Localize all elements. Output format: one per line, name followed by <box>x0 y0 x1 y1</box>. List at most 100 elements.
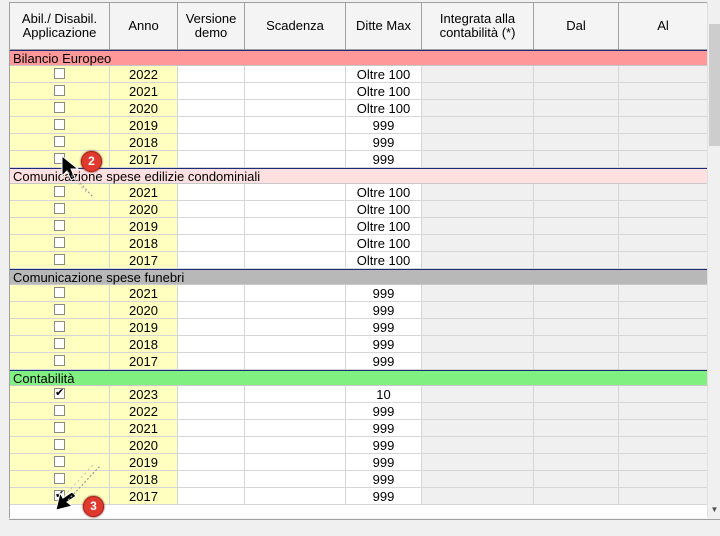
demo-cell[interactable] <box>178 454 245 471</box>
table-row[interactable]: 2019 Oltre 100 <box>10 218 708 235</box>
table-row[interactable]: 2020 999 <box>10 437 708 454</box>
to-date-cell[interactable] <box>619 403 708 420</box>
integrated-cell[interactable] <box>422 353 534 370</box>
from-date-cell[interactable] <box>534 386 619 403</box>
expiry-cell[interactable] <box>245 471 346 488</box>
to-date-cell[interactable] <box>619 420 708 437</box>
table-row[interactable]: 2018 Oltre 100 <box>10 235 708 252</box>
to-date-cell[interactable] <box>619 252 708 269</box>
expiry-cell[interactable] <box>245 285 346 302</box>
table-row[interactable]: 2017 999 <box>10 353 708 370</box>
from-date-cell[interactable] <box>534 151 619 168</box>
enable-checkbox[interactable] <box>54 68 65 79</box>
integrated-cell[interactable] <box>422 100 534 117</box>
vertical-scrollbar[interactable]: ▼ <box>707 2 720 517</box>
from-date-cell[interactable] <box>534 66 619 83</box>
integrated-cell[interactable] <box>422 285 534 302</box>
integrated-cell[interactable] <box>422 83 534 100</box>
integrated-cell[interactable] <box>422 454 534 471</box>
table-row[interactable]: 2020 Oltre 100 <box>10 100 708 117</box>
from-date-cell[interactable] <box>534 218 619 235</box>
expiry-cell[interactable] <box>245 235 346 252</box>
expiry-cell[interactable] <box>245 151 346 168</box>
enable-checkbox[interactable] <box>54 439 65 450</box>
expiry-cell[interactable] <box>245 302 346 319</box>
expiry-cell[interactable] <box>245 184 346 201</box>
expiry-cell[interactable] <box>245 134 346 151</box>
demo-cell[interactable] <box>178 235 245 252</box>
table-row[interactable]: 2021 999 <box>10 420 708 437</box>
to-date-cell[interactable] <box>619 488 708 505</box>
demo-cell[interactable] <box>178 117 245 134</box>
from-date-cell[interactable] <box>534 302 619 319</box>
expiry-cell[interactable] <box>245 454 346 471</box>
enable-checkbox[interactable] <box>54 304 65 315</box>
table-row[interactable]: 2019 999 <box>10 117 708 134</box>
from-date-cell[interactable] <box>534 471 619 488</box>
from-date-cell[interactable] <box>534 201 619 218</box>
demo-cell[interactable] <box>178 420 245 437</box>
demo-cell[interactable] <box>178 353 245 370</box>
expiry-cell[interactable] <box>245 488 346 505</box>
table-row[interactable]: 2020 999 <box>10 302 708 319</box>
enable-checkbox[interactable]: ✔ <box>54 388 65 399</box>
integrated-cell[interactable] <box>422 471 534 488</box>
enable-checkbox[interactable] <box>54 338 65 349</box>
enable-checkbox[interactable] <box>54 287 65 298</box>
demo-cell[interactable] <box>178 285 245 302</box>
demo-cell[interactable] <box>178 403 245 420</box>
table-row[interactable]: 2018 999 <box>10 134 708 151</box>
integrated-cell[interactable] <box>422 184 534 201</box>
enable-checkbox[interactable] <box>54 355 65 366</box>
to-date-cell[interactable] <box>619 336 708 353</box>
enable-checkbox[interactable] <box>54 102 65 113</box>
integrated-cell[interactable] <box>422 420 534 437</box>
from-date-cell[interactable] <box>534 336 619 353</box>
table-row[interactable]: 2020 Oltre 100 <box>10 201 708 218</box>
from-date-cell[interactable] <box>534 184 619 201</box>
demo-cell[interactable] <box>178 471 245 488</box>
integrated-cell[interactable] <box>422 218 534 235</box>
expiry-cell[interactable] <box>245 420 346 437</box>
integrated-cell[interactable] <box>422 336 534 353</box>
expiry-cell[interactable] <box>245 218 346 235</box>
to-date-cell[interactable] <box>619 235 708 252</box>
to-date-cell[interactable] <box>619 285 708 302</box>
column-header-scadenza[interactable]: Scadenza <box>245 3 346 49</box>
expiry-cell[interactable] <box>245 403 346 420</box>
integrated-cell[interactable] <box>422 252 534 269</box>
table-row[interactable]: 2019 999 <box>10 319 708 336</box>
integrated-cell[interactable] <box>422 403 534 420</box>
column-header-anno[interactable]: Anno <box>110 3 178 49</box>
expiry-cell[interactable] <box>245 100 346 117</box>
demo-cell[interactable] <box>178 319 245 336</box>
from-date-cell[interactable] <box>534 488 619 505</box>
to-date-cell[interactable] <box>619 83 708 100</box>
column-header-demo[interactable]: Versione demo <box>178 3 245 49</box>
to-date-cell[interactable] <box>619 201 708 218</box>
table-row[interactable]: 2022 Oltre 100 <box>10 66 708 83</box>
expiry-cell[interactable] <box>245 252 346 269</box>
from-date-cell[interactable] <box>534 83 619 100</box>
to-date-cell[interactable] <box>619 151 708 168</box>
to-date-cell[interactable] <box>619 117 708 134</box>
table-row[interactable]: 2018 999 <box>10 471 708 488</box>
column-header-abil[interactable]: Abil./ Disabil. Applicazione <box>10 3 110 49</box>
expiry-cell[interactable] <box>245 353 346 370</box>
integrated-cell[interactable] <box>422 235 534 252</box>
enable-checkbox[interactable] <box>54 220 65 231</box>
integrated-cell[interactable] <box>422 319 534 336</box>
demo-cell[interactable] <box>178 151 245 168</box>
enable-checkbox[interactable] <box>54 119 65 130</box>
column-header-ditte[interactable]: Ditte Max <box>346 3 422 49</box>
enable-checkbox[interactable] <box>54 321 65 332</box>
expiry-cell[interactable] <box>245 336 346 353</box>
demo-cell[interactable] <box>178 201 245 218</box>
demo-cell[interactable] <box>178 83 245 100</box>
table-row[interactable]: 2022 999 <box>10 403 708 420</box>
demo-cell[interactable] <box>178 437 245 454</box>
expiry-cell[interactable] <box>245 437 346 454</box>
expiry-cell[interactable] <box>245 319 346 336</box>
expiry-cell[interactable] <box>245 117 346 134</box>
to-date-cell[interactable] <box>619 353 708 370</box>
